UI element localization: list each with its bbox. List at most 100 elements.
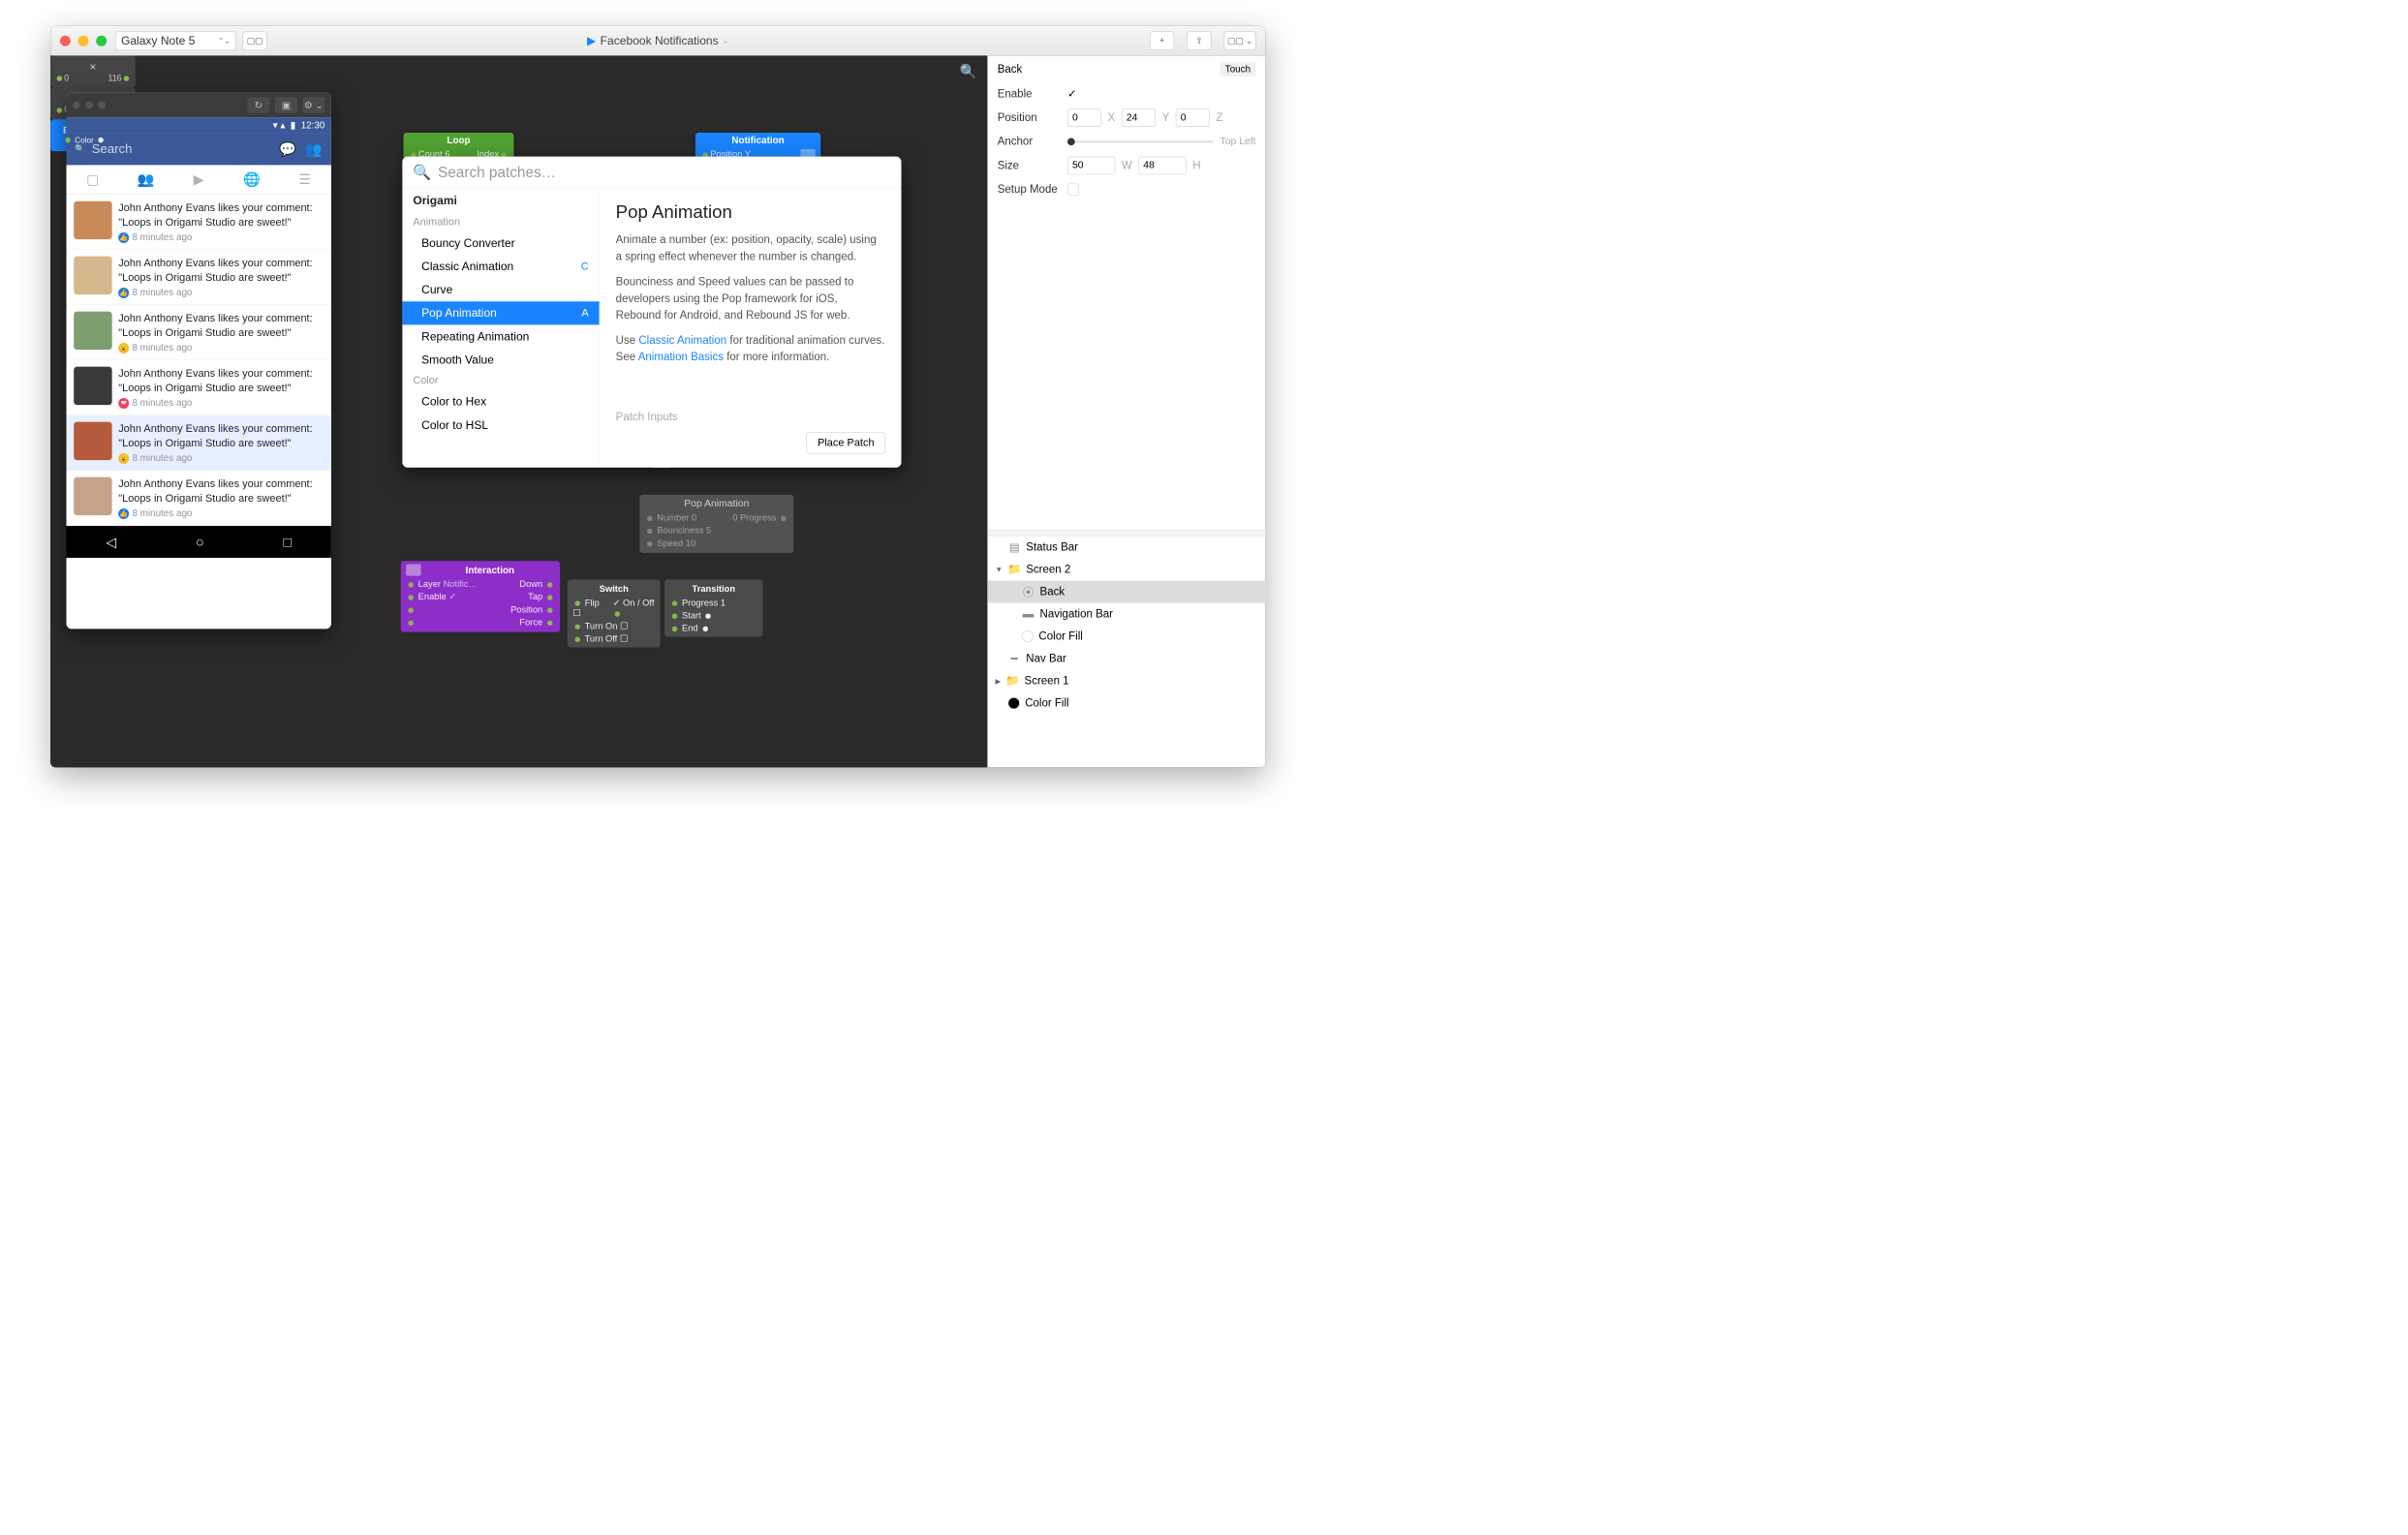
detail-p2: Bounciness and Speed values can be passe… [616, 273, 885, 323]
patch-title: Loop [403, 133, 513, 148]
layer-row[interactable]: ▤ Status Bar [988, 536, 1266, 558]
anchor-slider[interactable] [1067, 140, 1214, 142]
place-patch-button[interactable]: Place Patch [807, 432, 886, 453]
notification-item[interactable]: John Anthony Evans likes your comment: "… [67, 471, 331, 526]
anchor-value: Top Left [1220, 136, 1256, 147]
size-label: Size [998, 159, 1062, 171]
notification-item[interactable]: John Anthony Evans likes your comment: "… [67, 305, 331, 360]
size-w-input[interactable] [1067, 157, 1115, 175]
avatar [74, 367, 111, 405]
back-icon[interactable]: ◁ [106, 534, 116, 550]
app-body: 🔍 ↻ ▣ ⚙ ⌄ ▾ ▴ ▮ 12:30 [50, 56, 1265, 768]
notification-item[interactable]: John Anthony Evans likes your comment: "… [67, 250, 331, 305]
setup-checkbox[interactable] [1067, 184, 1079, 196]
search-placeholder[interactable]: Search [92, 141, 272, 156]
transition-patch[interactable]: Transition Progress 1 Start End [664, 579, 762, 636]
layer-row[interactable]: ▼📁Screen 2 [988, 558, 1266, 580]
messenger-icon[interactable]: 💬 [278, 139, 297, 159]
phone-search-bar: 🔍 Search 💬 👥 [67, 134, 331, 166]
view-button[interactable]: ▢▢ ⌄ [1224, 31, 1256, 50]
sidebar-item[interactable]: Smooth Value [402, 348, 599, 371]
layer-icon: ▬ [1022, 609, 1034, 620]
sidebar-item[interactable]: Repeating Animation [402, 324, 599, 348]
disclosure-icon[interactable]: ▶ [996, 676, 1002, 685]
reload-button[interactable]: ↻ [247, 97, 269, 112]
inspector-panel: Back Touch Enable ✓ Position X Y Z Ancho… [987, 56, 1265, 768]
minimize-icon[interactable] [78, 35, 89, 46]
popup-search[interactable]: 🔍 Search patches… [402, 157, 901, 189]
friends-icon[interactable]: 👥 [303, 139, 323, 159]
interaction-patch[interactable]: Interaction Layer Notific…Down Enable ✓T… [401, 561, 560, 631]
reaction-icon: 😮 [118, 343, 129, 353]
notification-item[interactable]: John Anthony Evans likes your comment: "… [67, 360, 331, 415]
tab-menu[interactable]: ☰ [278, 165, 331, 194]
anchor-label: Anchor [998, 136, 1062, 148]
layer-row[interactable]: ▬Navigation Bar [988, 603, 1266, 626]
popup-detail: Pop Animation Animate a number (ex: posi… [600, 189, 901, 468]
folder-icon [406, 565, 420, 576]
tab-friends[interactable]: 👥 [119, 165, 172, 194]
patch-title: Notification [731, 135, 784, 146]
notification-text: John Anthony Evans likes your comment: "… [118, 477, 324, 507]
layer-icon: ▤ [1008, 542, 1021, 553]
reaction-icon: 😮 [118, 453, 129, 464]
home-icon[interactable]: ○ [196, 534, 204, 550]
sidebar-item[interactable]: Classic AnimationC [402, 255, 599, 278]
patch-title: Switch [568, 582, 661, 597]
phone-tabs: ▢ 👥 ▶ 🌐 ☰ [67, 165, 331, 195]
add-button[interactable]: + [1150, 31, 1174, 50]
classic-link[interactable]: Classic Animation [638, 334, 726, 347]
chevron-down-icon: ⌃⌄ [218, 36, 231, 45]
layer-row[interactable]: ━Nav Bar [988, 648, 1266, 670]
pos-z-input[interactable] [1176, 108, 1210, 127]
zoom-icon[interactable] [96, 35, 107, 46]
notification-time: 8 minutes ago [132, 342, 192, 353]
layer-list: ▤ Status Bar ▼📁Screen 2⦿Back▬Navigation Ba… [988, 536, 1266, 714]
basics-link[interactable]: Animation Basics [638, 351, 724, 363]
pos-x-input[interactable] [1067, 108, 1101, 127]
sidebar-item[interactable]: Color to Hex [402, 390, 599, 414]
tab-feed[interactable]: ▢ [67, 165, 120, 194]
reaction-icon: 👍 [118, 288, 129, 298]
sidebar-item[interactable]: Pop AnimationA [402, 301, 599, 324]
layer-label: Status Bar [1026, 540, 1078, 553]
avatar [74, 312, 111, 350]
canvas[interactable]: 🔍 ↻ ▣ ⚙ ⌄ ▾ ▴ ▮ 12:30 [50, 56, 987, 768]
close-icon[interactable] [60, 35, 71, 46]
document-title[interactable]: ▶ Facebook Notifications ⌄ [587, 34, 728, 47]
position-label: Position [998, 111, 1062, 124]
layer-row[interactable]: ▶📁Screen 1 [988, 670, 1266, 692]
layer-row[interactable]: Color Fill [988, 626, 1266, 648]
size-h-input[interactable] [1138, 157, 1186, 175]
search-icon[interactable]: 🔍 [960, 63, 977, 79]
patch-library-popup: 🔍 Search patches… Origami Animation Boun… [402, 157, 901, 468]
touch-tag[interactable]: Touch [1219, 62, 1255, 77]
detail-p1: Animate a number (ex: position, opacity,… [616, 231, 885, 265]
tab-watch[interactable]: ▶ [172, 165, 226, 194]
device-label: Galaxy Note 5 [121, 34, 195, 47]
patch-title: Interaction [425, 565, 555, 576]
device-select[interactable]: Galaxy Note 5 ⌃⌄ [115, 31, 236, 50]
layer-row[interactable]: Color Fill [988, 692, 1266, 715]
switch-patch[interactable]: Switch Flip ☐✓ On / Off Turn On ☐ Turn O… [568, 579, 661, 647]
sidebar-item[interactable]: Curve [402, 278, 599, 301]
settings-button[interactable]: ⚙ ⌄ [302, 97, 324, 112]
sidebar-item[interactable]: Bouncy Converter [402, 231, 599, 255]
pop-animation-patch[interactable]: Pop Animation Number 00 Progress Bouncin… [639, 495, 793, 553]
share-button[interactable]: ⇧ [1187, 31, 1211, 50]
sidebar-item[interactable]: Color to HSL [402, 414, 599, 437]
recents-icon[interactable]: □ [283, 534, 292, 550]
patch-title: Transition [664, 582, 762, 597]
layer-row[interactable]: ⦿Back [988, 581, 1266, 603]
multiply-patch[interactable]: × 0116 [50, 56, 136, 88]
enable-value[interactable]: ✓ [1067, 87, 1077, 101]
camera-button[interactable]: ▣ [275, 97, 297, 112]
split-view-button[interactable]: ▢▢ [242, 31, 266, 50]
pos-y-input[interactable] [1122, 108, 1156, 127]
layer-label: Back [1040, 585, 1065, 598]
notification-item[interactable]: John Anthony Evans likes your comment: "… [67, 195, 331, 250]
disclosure-icon[interactable]: ▼ [996, 566, 1003, 574]
phone-controls: ↻ ▣ ⚙ ⌄ [247, 97, 324, 112]
notification-item[interactable]: John Anthony Evans likes your comment: "… [67, 415, 331, 471]
tab-notifications[interactable]: 🌐 [226, 165, 279, 194]
